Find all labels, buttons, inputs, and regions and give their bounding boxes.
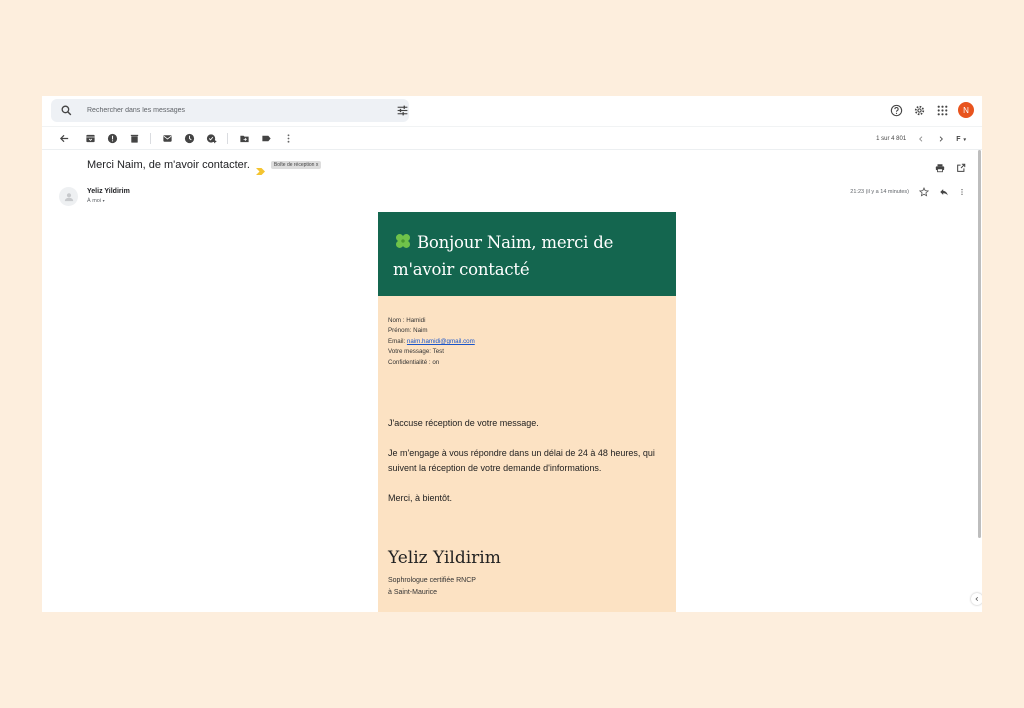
top-right-controls: N <box>889 101 974 119</box>
signature-name: Yeliz Yildirim <box>388 548 501 568</box>
signature-details: Sophrologue certifiée RNCP à Saint-Mauri… <box>388 575 476 598</box>
subject-row: Merci Naim, de m'avoir contacter. Boîte … <box>87 159 322 175</box>
back-icon[interactable] <box>58 132 70 144</box>
sender-name[interactable]: Yeliz Yildirim <box>87 188 130 195</box>
message-meta: 21:23 (il y a 14 minutes) <box>850 186 966 197</box>
print-icon[interactable] <box>934 162 945 173</box>
caret-down-icon: ▾ <box>963 136 966 143</box>
recipient-details-icon[interactable]: ▾ <box>103 198 105 203</box>
toolbar-pagination: 1 sur 4 801 F ▾ <box>876 132 966 146</box>
toolbar-actions <box>58 132 304 144</box>
star-icon[interactable] <box>918 186 929 197</box>
email-body-text: J'accuse réception de votre message. Je … <box>388 416 668 521</box>
inbox-label-chip[interactable]: Boîte de réception x <box>270 161 322 169</box>
mark-unread-icon[interactable] <box>161 132 173 144</box>
chevron-left-icon <box>975 596 979 602</box>
recipient-text: À moi <box>87 198 102 204</box>
help-icon[interactable] <box>889 103 903 117</box>
delete-icon[interactable] <box>128 132 140 144</box>
email-subject: Merci Naim, de m'avoir contacter. <box>87 159 250 171</box>
add-task-icon[interactable] <box>205 132 217 144</box>
input-tools-button[interactable]: F ▾ <box>956 136 966 143</box>
importance-marker-icon[interactable] <box>255 162 265 175</box>
toolbar-divider <box>150 132 151 144</box>
body-paragraph-1: J'accuse réception de votre message. <box>388 418 539 428</box>
detail-email-label: Email: <box>388 337 407 345</box>
email-body-card: Bonjour Naim, merci de m'avoir contacté … <box>378 212 676 612</box>
message-time: 21:23 (il y a 14 minutes) <box>850 188 909 195</box>
open-new-window-icon[interactable] <box>955 162 966 173</box>
archive-icon[interactable] <box>84 132 96 144</box>
side-panel-toggle[interactable] <box>971 593 982 605</box>
label-icon[interactable] <box>260 132 272 144</box>
recipient-line[interactable]: À moi ▾ <box>87 198 105 204</box>
pagination-text: 1 sur 4 801 <box>876 136 907 142</box>
signature-role: Sophrologue certifiée RNCP <box>388 577 476 584</box>
snooze-icon[interactable] <box>183 132 195 144</box>
sender-avatar[interactable] <box>59 187 78 206</box>
more-vert-icon[interactable] <box>282 132 294 144</box>
detail-nom: Nom : Hamidi <box>388 317 426 324</box>
detail-message: Votre message: Test <box>388 348 444 356</box>
signature-place: à Saint-Maurice <box>388 588 438 596</box>
top-bar: N <box>42 96 982 126</box>
account-avatar[interactable]: N <box>958 102 974 118</box>
detail-prenom: Prénom: Naim <box>388 327 428 335</box>
body-paragraph-2: Je m'engage à vous répondre dans un déla… <box>388 448 655 473</box>
email-heading-line2: m'avoir contacté <box>393 260 530 279</box>
inbox-label-text: Boîte de réception <box>273 162 315 168</box>
body-paragraph-3: Merci, à bientôt. <box>388 493 453 503</box>
person-icon <box>64 192 73 201</box>
remove-label-button[interactable]: x <box>316 162 319 168</box>
input-tools-label: F <box>956 135 961 143</box>
more-vert-icon[interactable] <box>958 186 966 197</box>
toolbar-divider <box>227 132 228 144</box>
vertical-scrollbar[interactable] <box>978 150 981 538</box>
email-heading-line1: Bonjour Naim, merci de <box>417 233 614 252</box>
gmail-window: N <box>42 96 982 612</box>
form-details: Nom : Hamidi Prénom: Naim Email: naim.ha… <box>388 316 475 368</box>
email-header-banner: Bonjour Naim, merci de m'avoir contacté <box>378 212 676 296</box>
spam-icon[interactable] <box>106 132 118 144</box>
settings-icon[interactable] <box>912 103 926 117</box>
clover-icon <box>393 231 413 251</box>
subject-actions <box>934 162 966 173</box>
chevron-right-icon[interactable] <box>936 132 946 146</box>
search-icon[interactable] <box>60 104 73 117</box>
detail-confidentialite: Confidentialité : on <box>388 358 440 366</box>
tune-icon[interactable] <box>396 104 409 117</box>
search-bar[interactable] <box>51 99 409 122</box>
message-toolbar: 1 sur 4 801 F ▾ <box>42 126 982 150</box>
chevron-left-icon[interactable] <box>916 132 926 146</box>
reply-icon[interactable] <box>938 186 949 197</box>
move-to-icon[interactable] <box>238 132 250 144</box>
detail-email: Email: naim.hamidi@gmail.com <box>388 337 475 347</box>
email-link[interactable]: naim.hamidi@gmail.com <box>407 338 475 345</box>
search-input[interactable] <box>87 102 377 119</box>
apps-icon[interactable] <box>935 103 949 117</box>
